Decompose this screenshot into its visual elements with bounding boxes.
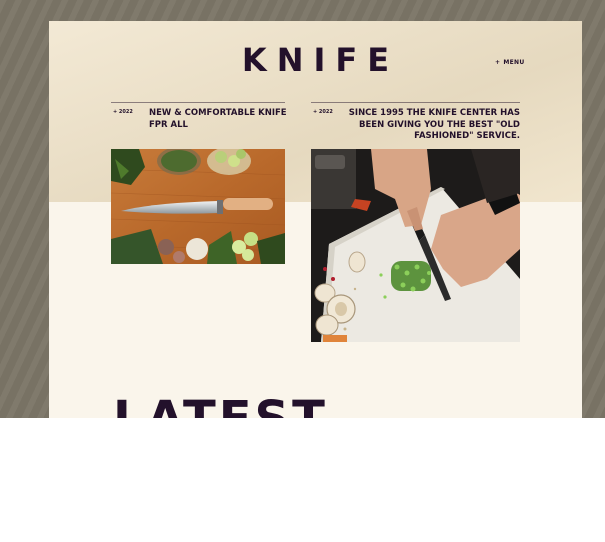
card-1-image[interactable] bbox=[111, 149, 285, 264]
card-2-title[interactable]: SINCE 1995 THE KNIFE CENTER HAS BEEN GIV… bbox=[341, 108, 520, 143]
card-2-image[interactable] bbox=[311, 149, 520, 342]
menu-label: MENU bbox=[503, 59, 525, 66]
latest-heading: LATEST bbox=[113, 395, 328, 418]
card-1-divider bbox=[111, 102, 285, 103]
browser-viewport: KNIFE + MENU + 2022 NEW & COMFORTABLE KNI… bbox=[0, 0, 605, 418]
chopping-herbs-photo bbox=[311, 149, 520, 342]
menu-button[interactable]: + MENU bbox=[495, 59, 525, 66]
card-2-divider bbox=[311, 102, 520, 103]
menu-plus-icon: + bbox=[495, 59, 501, 66]
site-page: KNIFE + MENU + 2022 NEW & COMFORTABLE KNI… bbox=[49, 21, 582, 418]
card-1-title[interactable]: NEW & COMFORTABLE KNIFE FPR ALL bbox=[149, 108, 289, 131]
knife-on-cutting-board-photo bbox=[111, 149, 285, 264]
card-1-year: + 2022 bbox=[113, 109, 133, 115]
card-2-year: + 2022 bbox=[313, 109, 333, 115]
